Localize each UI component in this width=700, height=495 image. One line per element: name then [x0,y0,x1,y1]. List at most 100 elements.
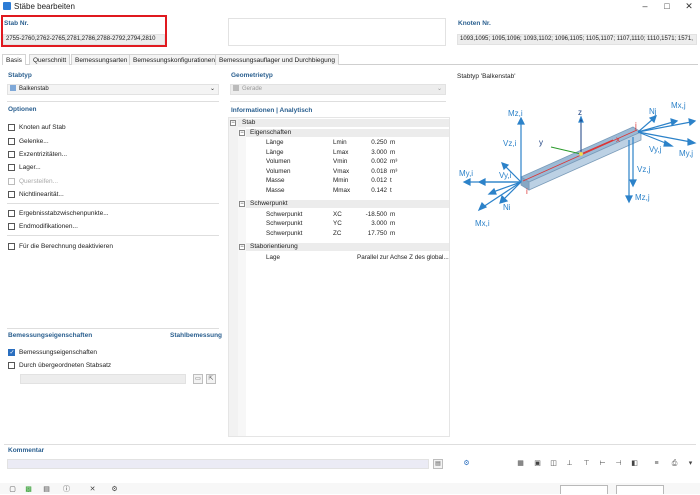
label-vyi: Vy,i [499,171,512,180]
tree-row-symbol: Vmin [333,158,348,165]
label-mxi: Mx,i [475,219,490,228]
option-label: Quersteifen... [19,177,59,185]
tab-bemessungsarten[interactable]: Bemessungsarten [71,54,132,65]
divider [7,203,219,204]
app-icon [3,2,11,10]
tree-row-unit: t [390,186,392,194]
stabtyp-value: Balkenstab [19,86,49,92]
fit-icon[interactable]: ▣ [531,459,544,469]
pick-icon[interactable]: ⇱ [206,374,216,384]
title-bar: Stäbe bearbeiten – □ ✕ [0,0,700,13]
label-mzi: Mz,i [508,109,523,118]
name-field[interactable] [228,18,446,46]
tree-row-symbol: Lmax [333,148,349,156]
collapse-icon[interactable]: − [239,129,245,136]
tree-root: Stab [238,119,449,127]
print-icon[interactable]: ⎙ [668,459,681,469]
tree-row-unit: t [390,177,392,184]
top-view-icon[interactable]: ⊤ [580,459,593,469]
maximize-icon[interactable]: □ [660,1,674,11]
select-icon[interactable]: ▭ [193,374,203,384]
tree-row-unit: m [390,229,396,237]
tree-row-value: 0.250 [371,139,387,146]
tree-row-symbol: Mmin [333,177,349,184]
option-label: Ergebnisstabzwischenpunkte... [19,209,109,217]
info-tree: − Stab − Eigenschaften Länge Lmin 0.250 m Länge L… [228,117,450,437]
label-z: z [578,108,582,117]
label-myi: My,i [459,169,473,178]
collapse-icon[interactable]: − [239,244,245,250]
tree-row-value: 17.750 [367,229,387,237]
tab-bemessungsauflager[interactable]: Bemessungsauflager und Durchbiegung [215,54,339,65]
layers-icon[interactable]: ≡ [650,459,663,469]
label-i: i [526,187,528,196]
tree-row-unit: m [390,139,396,146]
ok-button[interactable] [560,485,608,494]
tree-row-name: Masse [266,177,285,184]
divider [7,235,219,236]
stabtyp-select[interactable]: Balkenstab ⌄ [7,84,219,95]
stab-nr-field[interactable]: 2755-2760,2762-2765,2781,2786,2788-2792,… [3,34,165,45]
bem-checkbox[interactable] [8,362,15,369]
view-options-icon[interactable]: ⚙ [460,459,473,469]
close-icon[interactable]: ✕ [682,1,696,11]
optionen-label: Optionen [8,106,37,113]
tree-row-name: Länge [266,139,284,146]
window-title: Stäbe bearbeiten [14,2,75,11]
divider [4,444,696,445]
iso-icon[interactable]: ◫ [547,459,560,469]
tree-row-name: Länge [266,148,284,156]
tab-querschnitt[interactable]: Querschnitt [29,54,71,65]
label-vzi: Vz,i [503,139,517,148]
option-checkbox[interactable] [8,138,15,145]
tab-bemessungskonfigurationen[interactable]: Bemessungskonfigurationen [129,54,220,65]
axis-icon[interactable]: ⊥ [563,459,576,469]
kommentar-field[interactable] [7,459,429,469]
label-mzj: Mz,j [635,193,650,202]
view-icon[interactable]: ▦ [514,459,527,469]
label-mxj: Mx,j [671,101,686,110]
tree-row-unit: m [390,210,396,218]
stab-nr-label: Stab Nr. [4,20,29,27]
collapse-icon[interactable]: − [239,201,245,207]
cancel-button[interactable] [616,485,664,494]
option-checkbox[interactable] [8,243,15,250]
tree-row-value: 0.018 [371,167,387,175]
stabtyp-label: Stabtyp [8,72,32,79]
divider [7,101,219,102]
side-view-icon[interactable]: ⊣ [612,459,625,469]
option-checkbox[interactable] [8,164,15,171]
tree-group-header: Schwerpunkt [246,200,449,208]
tab-basis[interactable]: Basis [2,54,26,65]
tree-row-unit: m³ [390,158,398,165]
tree-row-name: Volumen [266,167,291,175]
option-checkbox[interactable] [8,191,15,198]
tree-row-symbol: XC [333,210,342,218]
option-checkbox[interactable] [8,124,15,131]
bem-option-label: Durch übergeordneten Stabsatz [19,361,112,369]
collapse-icon[interactable]: − [230,120,236,126]
line-icon [233,85,239,92]
option-checkbox[interactable] [8,151,15,158]
edit-comment-icon[interactable]: ▤ [433,459,443,469]
more-icon[interactable]: ▾ [684,459,697,469]
preview-panel: Stabtyp 'Balkenstab' Mz,i Vz,i My,i Vy,i… [453,70,698,455]
option-checkbox[interactable] [8,223,15,230]
option-label: Für die Berechnung deaktivieren [19,242,113,250]
render-icon[interactable]: ◧ [628,459,641,469]
bem-checkbox[interactable] [8,349,15,356]
minimize-icon[interactable]: – [638,1,652,11]
front-view-icon[interactable]: ⊢ [596,459,609,469]
label-j: j [634,121,637,130]
divider [7,328,219,329]
stahlbemessung-label: Stahlbemessung [170,332,223,339]
tree-row-symbol: Lmin [333,139,347,146]
tree-row-name: Schwerpunkt [266,220,303,227]
info-label: Informationen | Analytisch [231,107,313,114]
knoten-nr-field[interactable]: 1093,1095; 1095,1096; 1093,1102; 1096,11… [457,34,697,45]
option-checkbox[interactable] [8,210,15,217]
bottom-bar: ▢ ▩ ▤ ⓘ ✕ ⚙ [0,483,700,494]
tree-row-value: 3.000 [371,220,387,227]
stabsatz-field[interactable] [20,374,186,384]
tree-row-symbol: ZC [333,229,342,237]
